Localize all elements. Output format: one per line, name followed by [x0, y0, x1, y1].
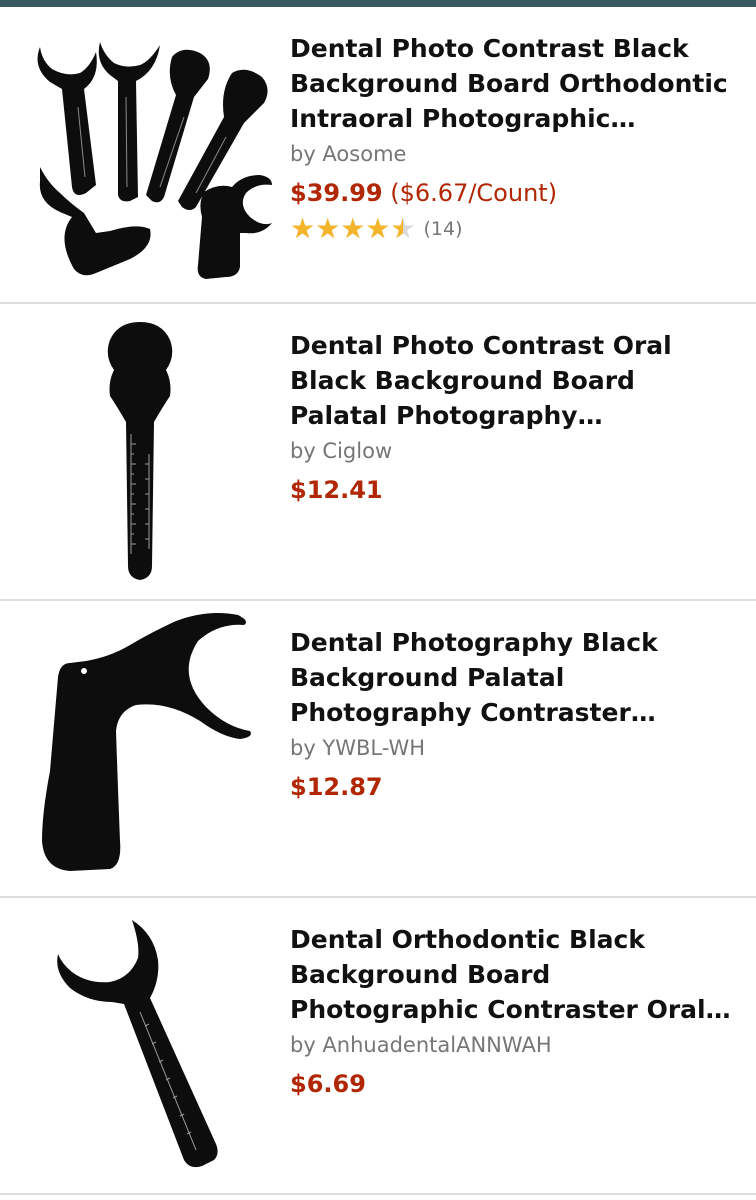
buccal-contraster-image[interactable] — [0, 601, 285, 896]
rating-row[interactable]: ★★★★★ ★★★★★ (14) — [290, 214, 740, 244]
product-info: Dental Photography Black Background Pala… — [290, 625, 740, 804]
product-item[interactable]: Dental Photo Contrast Oral Black Backgro… — [0, 304, 756, 601]
star-rating-icon: ★★★★★ ★★★★★ — [290, 214, 416, 244]
contrast-board-set-image[interactable] — [0, 7, 285, 302]
product-price: $12.41 — [290, 476, 383, 504]
price-row: $12.87 — [290, 770, 740, 804]
stars-filled: ★★★★★ — [290, 214, 403, 244]
product-brand: by Ciglow — [290, 439, 393, 463]
product-price: $12.87 — [290, 773, 383, 801]
product-title[interactable]: Dental Orthodontic Black Background Boar… — [290, 922, 740, 1027]
product-item[interactable]: Dental Photo Contrast Black Background B… — [0, 7, 756, 304]
forked-contraster-image[interactable] — [0, 898, 285, 1193]
product-title[interactable]: Dental Photography Black Background Pala… — [290, 625, 740, 730]
product-price: $6.69 — [290, 1070, 366, 1098]
unit-price: ($6.67/Count) — [390, 179, 558, 207]
search-results-list: Dental Photo Contrast Black Background B… — [0, 7, 756, 1195]
product-info: Dental Photo Contrast Oral Black Backgro… — [290, 328, 740, 507]
product-brand: by Aosome — [290, 142, 407, 166]
price-row: $6.69 — [290, 1067, 740, 1101]
product-info: Dental Photo Contrast Black Background B… — [290, 31, 740, 244]
price-row: $12.41 — [290, 473, 740, 507]
product-title[interactable]: Dental Photo Contrast Oral Black Backgro… — [290, 328, 740, 433]
product-item[interactable]: Dental Photography Black Background Pala… — [0, 601, 756, 898]
price-row: $39.99 ($6.67/Count) — [290, 176, 740, 210]
palatal-contraster-image[interactable] — [0, 304, 285, 599]
product-brand: by YWBL-WH — [290, 736, 426, 760]
product-info: Dental Orthodontic Black Background Boar… — [290, 922, 740, 1101]
review-count[interactable]: (14) — [424, 218, 463, 240]
product-title[interactable]: Dental Photo Contrast Black Background B… — [290, 31, 740, 136]
product-price: $39.99 — [290, 179, 383, 207]
product-brand: by AnhuadentalANNWAH — [290, 1033, 552, 1057]
top-bar — [0, 0, 756, 7]
product-item[interactable]: Dental Orthodontic Black Background Boar… — [0, 898, 756, 1195]
